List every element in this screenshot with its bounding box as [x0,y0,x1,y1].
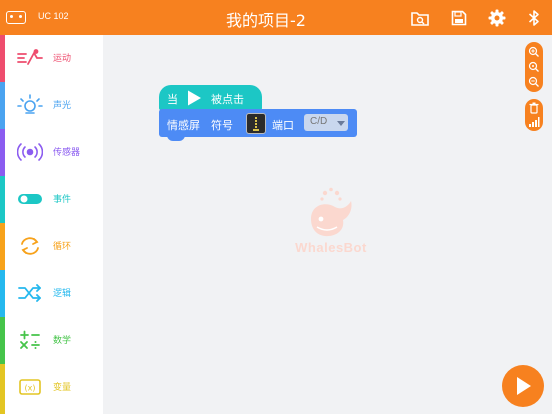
zoom-in-icon[interactable] [528,46,540,58]
category-color-bar [0,270,5,317]
svg-text:(x): (x) [25,384,36,393]
settings-button[interactable] [487,8,507,28]
block-port-label: 端口 [272,119,294,132]
port-dropdown[interactable]: C/D [304,114,348,131]
block-clicked-text: 被点击 [211,93,244,106]
zoom-out-icon[interactable] [528,76,540,88]
symbol-picker[interactable] [246,113,266,134]
sidebar-item-sensor[interactable]: 传感器 [0,129,103,176]
play-icon [188,90,201,106]
folder-search-button[interactable] [410,8,430,28]
save-button[interactable] [449,8,469,28]
sidebar-item-label: 数学 [53,336,72,346]
top-bar: UC 102 我的项目-2 [0,0,552,35]
tool-controls [525,99,543,131]
sidebar-item-event[interactable]: 事件 [0,176,103,223]
sidebar-item-variable[interactable]: (x) 变量 [0,364,103,414]
block-connector [167,135,185,141]
category-color-bar [0,317,5,364]
when-clicked-block[interactable]: 当 被点击 [159,85,262,110]
chevron-down-icon [337,121,345,126]
toggle-icon [17,187,43,211]
variable-icon: (x) [17,375,43,399]
watermark-text: WhalesBot [295,240,367,255]
category-color-bar [0,129,5,176]
whale-logo-icon [311,187,352,237]
device-label[interactable]: UC 102 [38,11,69,21]
sidebar-item-label: 循环 [53,242,72,252]
block-symbol-label: 符号 [211,119,233,132]
robot-device-icon[interactable] [6,11,26,24]
sound-light-icon [17,93,43,117]
sidebar-item-motion[interactable]: 运动 [0,35,103,82]
sidebar-item-math[interactable]: 数学 [0,317,103,364]
sidebar-item-label: 声光 [53,101,72,111]
bluetooth-button[interactable] [524,8,544,28]
sidebar-item-logic[interactable]: 逻辑 [0,270,103,317]
folder-search-icon [411,12,429,26]
category-color-bar [0,176,5,223]
sidebar-item-sound-light[interactable]: 声光 [0,82,103,129]
code-workspace[interactable]: 当 被点击 情感屏 符号 端口 C/D WhalesBot [103,35,552,414]
sidebar-item-label: 传感器 [53,148,81,158]
gear-icon [488,9,506,27]
zoom-reset-icon[interactable] [528,61,540,73]
sidebar-item-label: 逻辑 [53,289,72,299]
emotion-screen-block[interactable]: 情感屏 符号 端口 C/D [159,109,357,137]
play-icon [517,377,531,395]
sidebar-item-loop[interactable]: 循环 [0,223,103,270]
sidebar-item-label: 事件 [53,195,72,205]
run-button[interactable] [502,365,544,407]
port-dropdown-value: C/D [310,116,328,127]
loop-icon [17,234,43,258]
project-title: 我的项目-2 [226,11,306,30]
sidebar-item-label: 变量 [53,383,72,393]
signal-bars-icon[interactable] [528,116,540,128]
sensor-icon [17,140,43,164]
category-color-bar [0,364,5,414]
zoom-controls [525,42,543,92]
sidebar-item-label: 运动 [53,54,72,64]
trash-icon[interactable] [528,102,540,114]
bluetooth-icon [528,10,539,26]
math-icon [17,328,43,352]
category-color-bar [0,82,5,129]
watermark-logo: WhalesBot [281,187,381,265]
logic-icon [17,281,43,305]
save-icon [451,10,467,26]
block-label: 情感屏 [167,119,200,132]
category-color-bar [0,35,5,82]
motion-icon [17,46,43,70]
category-sidebar: 运动 声光 传感器 事件 循环 逻辑 数学 (x) 变量 [0,35,103,414]
category-color-bar [0,223,5,270]
block-when-text: 当 [167,93,178,106]
